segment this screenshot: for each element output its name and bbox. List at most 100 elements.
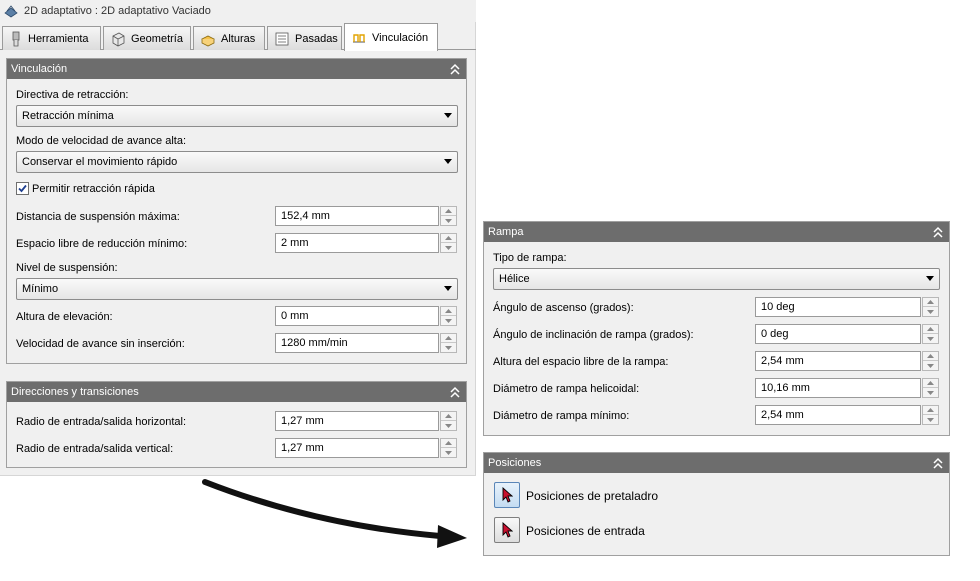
chevron-double-up-icon[interactable] [450,386,460,398]
lift-height-input[interactable]: 0 mm [275,306,439,326]
no-engage-feed-label: Velocidad de avance sin inserción: [16,338,185,350]
ramp-type-select[interactable]: Hélice [493,268,940,290]
min-clearance-spinner[interactable] [440,233,457,253]
curved-arrow-icon [202,479,467,548]
spin-down-icon[interactable] [441,316,456,325]
spin-down-icon[interactable] [923,334,938,343]
spin-up-icon[interactable] [441,439,456,448]
linking-panel-header[interactable]: Vinculación [7,59,466,79]
ramp-clearance-input[interactable]: 2,54 mm [755,351,921,371]
spin-down-icon[interactable] [441,216,456,225]
input-value: 152,4 mm [281,210,330,222]
panel-title: Direcciones y transiciones [11,386,139,398]
chevron-double-up-icon[interactable] [450,63,460,75]
select-value: Conservar el movimiento rápido [22,156,178,168]
chevron-double-up-icon[interactable] [933,457,943,469]
spin-up-icon[interactable] [923,298,938,307]
spin-up-icon[interactable] [923,406,938,415]
ramp-taper-spinner[interactable] [922,324,939,344]
linking-panel: Vinculación Directiva de retracción: Ret… [6,58,467,364]
spin-down-icon[interactable] [923,361,938,370]
lift-height-spinner[interactable] [440,306,457,326]
ramp-angle-label: Ángulo de ascenso (grados): [493,302,634,314]
high-feed-label: Modo de velocidad de avance alta: [16,135,187,147]
max-stay-down-spinner[interactable] [440,206,457,226]
spin-up-icon[interactable] [441,334,456,343]
tab-geometria[interactable]: Geometría [103,26,191,50]
input-value: 2,54 mm [761,409,804,421]
spin-up-icon[interactable] [441,207,456,216]
tab-herramienta[interactable]: Herramienta [2,26,101,50]
spin-up-icon[interactable] [441,412,456,421]
ramp-type-label: Tipo de rampa: [493,252,567,264]
input-value: 1,27 mm [281,442,324,454]
spin-down-icon[interactable] [923,415,938,424]
entry-positions-button[interactable] [494,517,520,543]
operation-icon [4,4,18,18]
triangle-down-icon [926,276,934,281]
spin-down-icon[interactable] [441,421,456,430]
vertical-radius-input[interactable]: 1,27 mm [275,438,439,458]
entry-positions-label[interactable]: Posiciones de entrada [526,524,645,538]
input-value: 10 deg [761,301,795,313]
select-value: Hélice [499,273,530,285]
max-stay-down-input[interactable]: 152,4 mm [275,206,439,226]
lift-height-label: Altura de elevación: [16,311,113,323]
min-clearance-input[interactable]: 2 mm [275,233,439,253]
helical-diameter-input[interactable]: 10,16 mm [755,378,921,398]
no-engage-feed-input[interactable]: 1280 mm/min [275,333,439,353]
ramp-angle-input[interactable]: 10 deg [755,297,921,317]
ramp-panel: Rampa Tipo de rampa: Hélice Ángulo de as… [483,221,950,436]
ramp-taper-input[interactable]: 0 deg [755,324,921,344]
spin-up-icon[interactable] [923,352,938,361]
tab-pasadas[interactable]: Pasadas [267,26,342,50]
spin-down-icon[interactable] [923,307,938,316]
helical-diameter-spinner[interactable] [922,378,939,398]
tab-label: Alturas [221,32,256,45]
allow-rapid-retract-checkbox[interactable] [16,182,29,195]
min-ramp-diameter-input[interactable]: 2,54 mm [755,405,921,425]
horizontal-radius-spinner[interactable] [440,411,457,431]
spin-down-icon[interactable] [441,343,456,352]
horizontal-radius-label: Radio de entrada/salida horizontal: [16,416,187,428]
spin-down-icon[interactable] [923,388,938,397]
ramp-clearance-spinner[interactable] [922,351,939,371]
input-value: 2 mm [281,237,309,249]
chevron-double-up-icon[interactable] [933,226,943,238]
spin-up-icon[interactable] [441,234,456,243]
min-ramp-diameter-spinner[interactable] [922,405,939,425]
left-dialog: 2D adaptativo : 2D adaptativo Vaciado He… [0,0,476,476]
positions-panel-header[interactable]: Posiciones [484,453,949,473]
spin-down-icon[interactable] [441,243,456,252]
no-engage-feed-spinner[interactable] [440,333,457,353]
window-title: 2D adaptativo : 2D adaptativo Vaciado [24,5,211,17]
ramp-angle-spinner[interactable] [922,297,939,317]
tab-vinculacion[interactable]: Vinculación [344,23,438,51]
ramp-panel-header[interactable]: Rampa [484,222,949,242]
linking-icon [353,33,365,42]
geometry-icon [112,32,125,46]
transitions-panel-header[interactable]: Direcciones y transiciones [7,382,466,402]
input-value: 1280 mm/min [281,337,348,349]
tab-alturas[interactable]: Alturas [193,26,265,50]
spin-up-icon[interactable] [923,379,938,388]
predrill-positions-label[interactable]: Posiciones de pretaladro [526,489,658,503]
high-feed-select[interactable]: Conservar el movimiento rápido [16,151,458,173]
select-value: Mínimo [22,283,59,295]
tab-label: Herramienta [28,32,89,45]
spin-up-icon[interactable] [441,307,456,316]
triangle-down-icon [444,113,452,118]
retract-policy-select[interactable]: Retracción mínima [16,105,458,127]
input-value: 2,54 mm [761,355,804,367]
horizontal-radius-input[interactable]: 1,27 mm [275,411,439,431]
vertical-radius-spinner[interactable] [440,438,457,458]
spin-down-icon[interactable] [441,448,456,457]
ramp-clearance-label: Altura del espacio libre de la rampa: [493,356,669,368]
vertical-radius-label: Radio de entrada/salida vertical: [16,443,174,455]
predrill-positions-button[interactable] [494,482,520,508]
spin-up-icon[interactable] [923,325,938,334]
tab-label: Pasadas [295,32,338,45]
stay-down-level-select[interactable]: Mínimo [16,278,458,300]
min-ramp-diameter-label: Diámetro de rampa mínimo: [493,410,630,422]
select-value: Retracción mínima [22,110,114,122]
